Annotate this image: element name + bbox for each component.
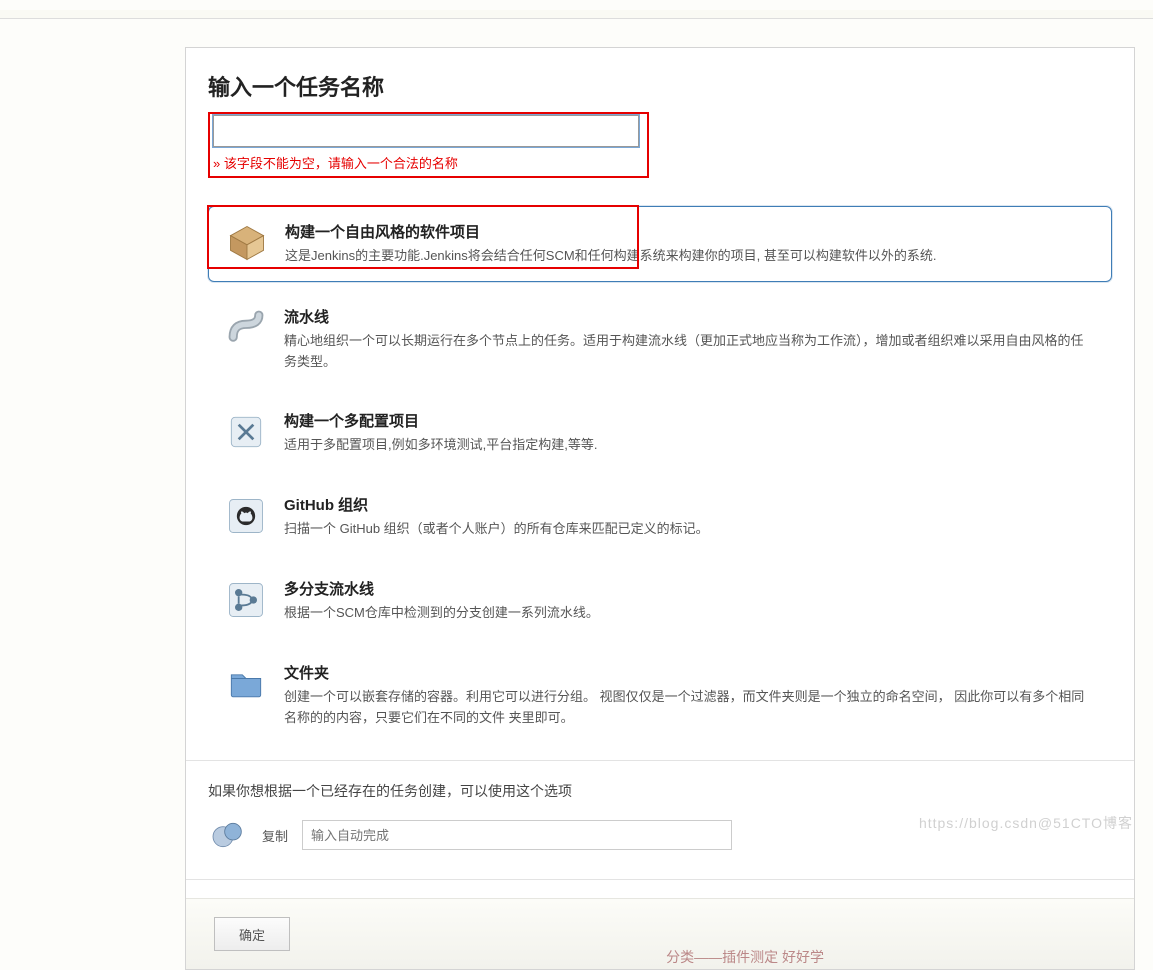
card-title: GitHub 组织 [284,494,1096,515]
card-desc: 适用于多配置项目,例如多环境测试,平台指定构建,等等. [284,435,1096,456]
github-icon [224,494,268,538]
job-type-freestyle[interactable]: 构建一个自由风格的软件项目 这是Jenkins的主要功能.Jenkins将会结合… [208,206,1112,282]
card-title: 构建一个多配置项目 [284,410,1096,431]
job-type-list: 构建一个自由风格的软件项目 这是Jenkins的主要功能.Jenkins将会结合… [208,206,1112,742]
folder-icon [224,662,268,706]
job-type-github-org[interactable]: GitHub 组织 扫描一个 GitHub 组织（或者个人账户）的所有仓库来匹配… [208,480,1112,554]
card-desc: 这是Jenkins的主要功能.Jenkins将会结合任何SCM和任何构建系统来构… [285,246,1095,267]
item-name-input[interactable] [213,115,639,147]
branch-icon [224,578,268,622]
copy-from-input[interactable] [302,820,732,850]
job-type-multibranch[interactable]: 多分支流水线 根据一个SCM仓库中检测到的分支创建一系列流水线。 [208,564,1112,638]
footer: 确定 分类——插件测定 好好学 [186,898,1134,969]
name-input-highlight: » 该字段不能为空，请输入一个合法的名称 [208,112,649,178]
card-desc: 精心地组织一个可以长期运行在多个节点上的任务。适用于构建流水线（更加正式地应当称… [284,331,1096,373]
card-desc: 扫描一个 GitHub 组织（或者个人账户）的所有仓库来匹配已定义的标记。 [284,519,1096,540]
box-icon [225,221,269,265]
card-title: 流水线 [284,306,1096,327]
card-desc: 创建一个可以嵌套存储的容器。利用它可以进行分组。 视图仅仅是一个过滤器，而文件夹… [284,687,1096,729]
card-title: 多分支流水线 [284,578,1096,599]
tools-icon [224,410,268,454]
copy-from-section: 如果你想根据一个已经存在的任务创建，可以使用这个选项 复制 [186,760,1134,879]
name-error-message: » 该字段不能为空，请输入一个合法的名称 [213,153,644,172]
footer-teaser: 分类——插件测定 好好学 [666,947,824,967]
copy-hint: 如果你想根据一个已经存在的任务创建，可以使用这个选项 [208,781,1112,801]
job-type-matrix[interactable]: 构建一个多配置项目 适用于多配置项目,例如多环境测试,平台指定构建,等等. [208,396,1112,470]
page-heading: 输入一个任务名称 [208,70,1112,102]
ok-button[interactable]: 确定 [214,917,290,951]
card-title: 构建一个自由风格的软件项目 [285,221,1095,242]
card-desc: 根据一个SCM仓库中检测到的分支创建一系列流水线。 [284,603,1096,624]
new-item-panel: 输入一个任务名称 » 该字段不能为空，请输入一个合法的名称 构建一个自由风格的软… [185,47,1135,970]
pipe-icon [224,306,268,350]
copy-icon [208,815,248,855]
job-type-pipeline[interactable]: 流水线 精心地组织一个可以长期运行在多个节点上的任务。适用于构建流水线（更加正式… [208,292,1112,387]
job-type-folder[interactable]: 文件夹 创建一个可以嵌套存储的容器。利用它可以进行分组。 视图仅仅是一个过滤器，… [208,648,1112,743]
card-title: 文件夹 [284,662,1096,683]
copy-label: 复制 [262,826,288,845]
